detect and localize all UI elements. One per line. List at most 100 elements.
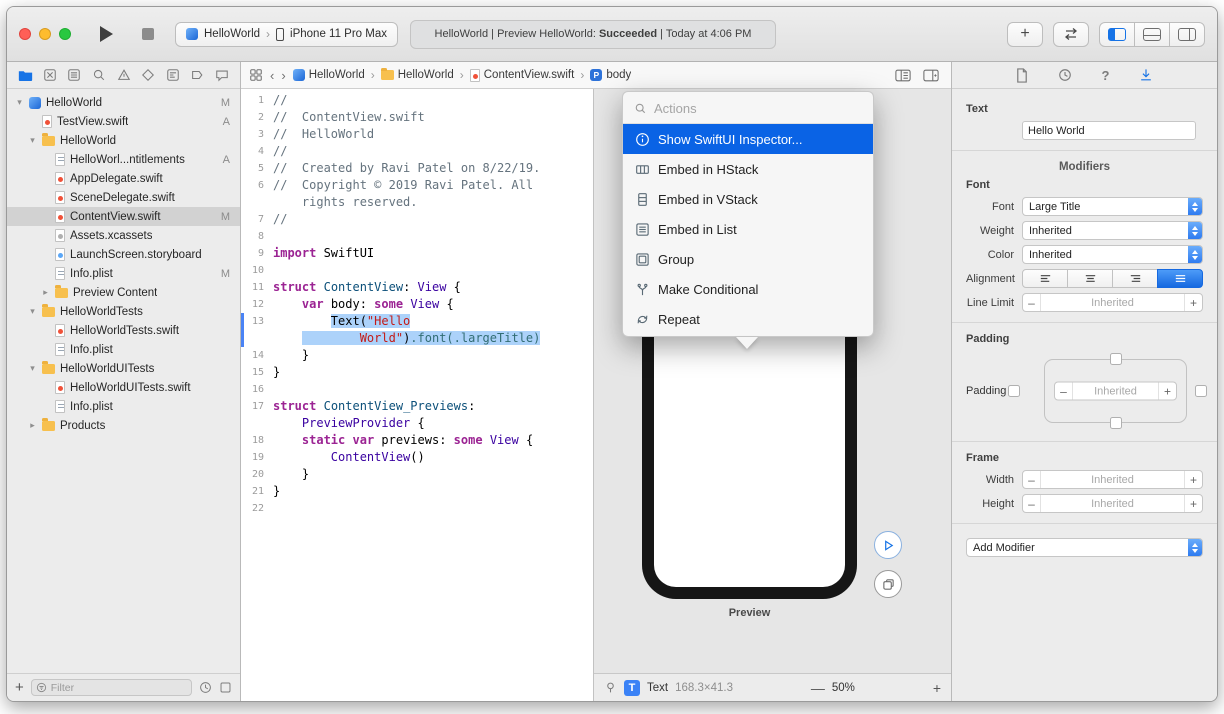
menu-item-show-swiftui-inspector[interactable]: Show SwiftUI Inspector... (623, 124, 873, 154)
width-value[interactable]: Inherited (1040, 471, 1185, 488)
file-row-preview-content[interactable]: ▸Preview Content (7, 283, 240, 302)
code-line[interactable]: 2// ContentView.swift (241, 109, 593, 126)
go-back-button[interactable]: ‹ (270, 68, 274, 83)
close-button[interactable] (19, 28, 31, 40)
code-line[interactable]: 8 (241, 228, 593, 245)
file-row-appdelegate-swift[interactable]: AppDelegate.swift (7, 169, 240, 188)
file-row-info-plist[interactable]: Info.plist (7, 397, 240, 416)
debug-navigator-tab[interactable] (164, 65, 182, 85)
add-editor-button[interactable] (923, 69, 939, 82)
code-line[interactable]: 20 } (241, 466, 593, 483)
increment-button[interactable]: + (1185, 296, 1202, 310)
menu-item-embed-in-hstack[interactable]: Embed in HStack (623, 154, 873, 184)
decrement-button[interactable]: – (1023, 473, 1040, 487)
add-file-button[interactable]: + (15, 679, 24, 696)
menu-item-embed-in-vstack[interactable]: Embed in VStack (623, 184, 873, 214)
source-control-status-button[interactable] (219, 681, 232, 694)
live-preview-button[interactable] (874, 531, 902, 559)
actions-search-input[interactable] (654, 101, 862, 116)
height-value[interactable]: Inherited (1040, 495, 1185, 512)
disclosure-triangle[interactable]: ▸ (28, 420, 37, 431)
code-line[interactable]: 11struct ContentView: View { (241, 279, 593, 296)
decrement-button[interactable]: – (1055, 384, 1072, 398)
disclosure-triangle[interactable]: ▾ (28, 363, 37, 374)
editor-mode-button[interactable] (1053, 22, 1089, 47)
file-row-helloworldtests[interactable]: ▾HelloWorldTests (7, 302, 240, 321)
code-line[interactable]: 18 static var previews: some View { (241, 432, 593, 449)
code-line[interactable]: 16 (241, 381, 593, 398)
zoom-in-button[interactable]: + (933, 680, 941, 696)
code-line[interactable]: World").font(.largeTitle) (241, 330, 593, 347)
code-line[interactable]: rights reserved. (241, 194, 593, 211)
file-row-info-plist[interactable]: Info.plist (7, 340, 240, 359)
find-navigator-tab[interactable] (90, 65, 108, 85)
code-line[interactable]: 6// Copyright © 2019 Ravi Patel. All (241, 177, 593, 194)
quick-help-inspector-tab[interactable]: ? (1102, 68, 1110, 83)
file-row-products[interactable]: ▸Products (7, 416, 240, 435)
symbol-navigator-tab[interactable] (65, 65, 83, 85)
code-line[interactable]: 7// (241, 211, 593, 228)
code-line[interactable]: 19 ContentView() (241, 449, 593, 466)
file-row-info-plist[interactable]: Info.plistM (7, 264, 240, 283)
source-control-navigator-tab[interactable] (41, 65, 59, 85)
file-row-helloworldtests-swift[interactable]: HelloWorldTests.swift (7, 321, 240, 340)
test-navigator-tab[interactable] (139, 65, 157, 85)
menu-item-embed-in-list[interactable]: Embed in List (623, 214, 873, 244)
zoom-out-button[interactable]: — (811, 680, 825, 696)
line-limit-value[interactable]: Inherited (1040, 294, 1185, 311)
increment-button[interactable]: + (1185, 497, 1202, 511)
code-line[interactable]: 3// HelloWorld (241, 126, 593, 143)
file-row-launchscreen-storyboard[interactable]: LaunchScreen.storyboard (7, 245, 240, 264)
file-inspector-tab[interactable] (1016, 68, 1028, 83)
file-row-helloworl-ntitlements[interactable]: HelloWorl...ntitlementsA (7, 150, 240, 169)
file-row-helloworlduitests-swift[interactable]: HelloWorldUITests.swift (7, 378, 240, 397)
recent-files-button[interactable] (199, 681, 212, 694)
minimize-button[interactable] (39, 28, 51, 40)
report-navigator-tab[interactable] (213, 65, 231, 85)
text-value-field[interactable] (1022, 121, 1196, 140)
breadcrumb-item-contentview-swift[interactable]: ContentView.swift (470, 69, 575, 82)
menu-item-group[interactable]: Group (623, 244, 873, 274)
breadcrumb-item-helloworld[interactable]: HelloWorld (381, 69, 454, 81)
file-row-helloworld[interactable]: ▾HelloWorld (7, 131, 240, 150)
issue-navigator-tab[interactable] (115, 65, 133, 85)
breakpoint-navigator-tab[interactable] (188, 65, 206, 85)
file-row-contentview-swift[interactable]: ContentView.swiftM (7, 207, 240, 226)
decrement-button[interactable]: – (1023, 296, 1040, 310)
toggle-inspector-button[interactable] (1169, 22, 1205, 47)
code-line[interactable]: 15} (241, 364, 593, 381)
history-inspector-tab[interactable] (1058, 68, 1072, 82)
run-button[interactable] (91, 20, 121, 48)
related-items-button[interactable] (249, 68, 263, 82)
filter-field[interactable] (31, 679, 192, 696)
add-modifier-popup[interactable]: Add Modifier (966, 538, 1203, 557)
disclosure-triangle[interactable]: ▸ (41, 287, 50, 298)
increment-button[interactable]: + (1159, 384, 1176, 398)
padding-top-checkbox[interactable] (1110, 353, 1122, 365)
code-line[interactable]: 21} (241, 483, 593, 500)
editor-options-button[interactable] (895, 69, 911, 82)
disclosure-triangle[interactable]: ▾ (15, 97, 24, 108)
stop-button[interactable] (133, 20, 163, 48)
weight-popup[interactable]: Inherited (1022, 221, 1203, 240)
disclosure-triangle[interactable]: ▾ (28, 306, 37, 317)
zoom-window-button[interactable] (59, 28, 71, 40)
file-row-testview-swift[interactable]: TestView.swiftA (7, 112, 240, 131)
padding-bottom-checkbox[interactable] (1110, 417, 1122, 429)
code-line[interactable]: 1// (241, 92, 593, 109)
code-line[interactable]: 4// (241, 143, 593, 160)
code-line[interactable]: 14 } (241, 347, 593, 364)
decrement-button[interactable]: – (1023, 497, 1040, 511)
breadcrumb-item-body[interactable]: Pbody (590, 69, 631, 81)
align-right-button[interactable] (1112, 269, 1158, 288)
breadcrumb-item-helloworld[interactable]: HelloWorld (293, 69, 365, 81)
align-center-button[interactable] (1067, 269, 1113, 288)
pin-preview-button[interactable] (604, 681, 617, 694)
align-left-button[interactable] (1022, 269, 1068, 288)
color-popup[interactable]: Inherited (1022, 245, 1203, 264)
code-line[interactable]: 13 Text("Hello (241, 313, 593, 330)
duplicate-preview-button[interactable] (874, 570, 902, 598)
actions-search-row[interactable] (623, 94, 873, 124)
menu-item-make-conditional[interactable]: Make Conditional (623, 274, 873, 304)
go-forward-button[interactable]: › (281, 68, 285, 83)
